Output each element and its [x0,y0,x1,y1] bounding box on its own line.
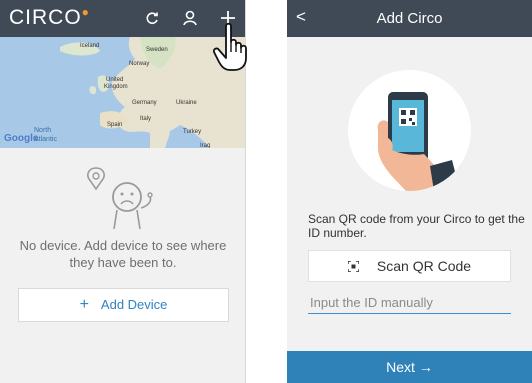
svg-text:Germany: Germany [132,100,157,106]
app-logo: CIRCO● [9,5,90,29]
page-title: Add Circo [376,10,443,27]
svg-text:Kingdom: Kingdom [104,84,128,90]
svg-text:Iceland: Iceland [80,43,99,49]
svg-text:United: United [106,77,123,83]
refresh-icon[interactable] [142,8,162,28]
svg-text:Iraq: Iraq [200,143,210,148]
add-device-button[interactable]: + Add Device [18,288,229,322]
empty-state-message: No device. Add device to see where they … [19,238,227,270]
id-input-field[interactable] [308,292,511,314]
scan-frame-icon [347,261,359,272]
svg-text:Italy: Italy [140,116,151,122]
svg-text:Sweden: Sweden [146,47,168,53]
svg-text:Ukraine: Ukraine [176,100,197,106]
svg-text:Spain: Spain [107,122,122,128]
svg-text:Turkey: Turkey [183,129,201,135]
scan-qr-code-label: Scan QR Code [376,258,472,274]
top-app-bar: CIRCO● [0,0,245,37]
person-icon[interactable] [180,8,200,28]
no-device-illustration-icon [87,167,153,230]
add-device-label: Add Device [100,297,168,312]
svg-text:Google: Google [4,133,39,144]
pointing-hand-cursor-icon [212,22,247,71]
add-icon: + [79,296,89,313]
next-button[interactable]: Next → [287,351,532,383]
scan-instruction-text: Scan QR code from your Circo to get the … [308,212,525,240]
scan-qr-code-button[interactable]: Scan QR Code [308,250,511,282]
top-app-bar: < Add Circo [287,0,532,37]
svg-text:Norway: Norway [129,61,149,67]
add-circo-screen: < Add Circo Scan QR code from your Circo… [287,0,532,383]
scan-phone-illustration [348,70,471,191]
